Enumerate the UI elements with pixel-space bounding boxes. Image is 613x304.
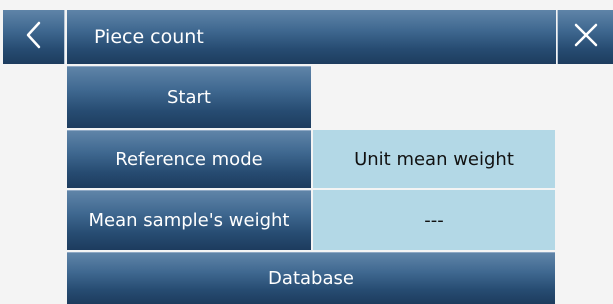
database-button-label: Database [268, 268, 354, 289]
mean-sample-weight-value-text: --- [424, 209, 444, 231]
close-icon [571, 20, 601, 54]
reference-mode-value[interactable]: Unit mean weight [313, 130, 555, 188]
start-button-label: Start [167, 87, 211, 108]
back-button[interactable] [3, 10, 65, 64]
piece-count-screen: Piece count Start Reference mode Unit me… [0, 0, 613, 304]
reference-mode-button[interactable]: Reference mode [67, 130, 311, 188]
mean-sample-weight-button[interactable]: Mean sample's weight [67, 190, 311, 250]
database-button[interactable]: Database [67, 252, 555, 304]
mean-sample-weight-value[interactable]: --- [313, 190, 555, 250]
start-button[interactable]: Start [67, 66, 311, 128]
close-button[interactable] [557, 10, 613, 64]
header-title-bar: Piece count [67, 10, 556, 64]
reference-mode-value-text: Unit mean weight [354, 148, 514, 170]
page-title: Piece count [94, 26, 204, 48]
mean-sample-weight-label: Mean sample's weight [88, 210, 290, 231]
chevron-left-icon [23, 20, 45, 54]
reference-mode-label: Reference mode [115, 149, 263, 170]
